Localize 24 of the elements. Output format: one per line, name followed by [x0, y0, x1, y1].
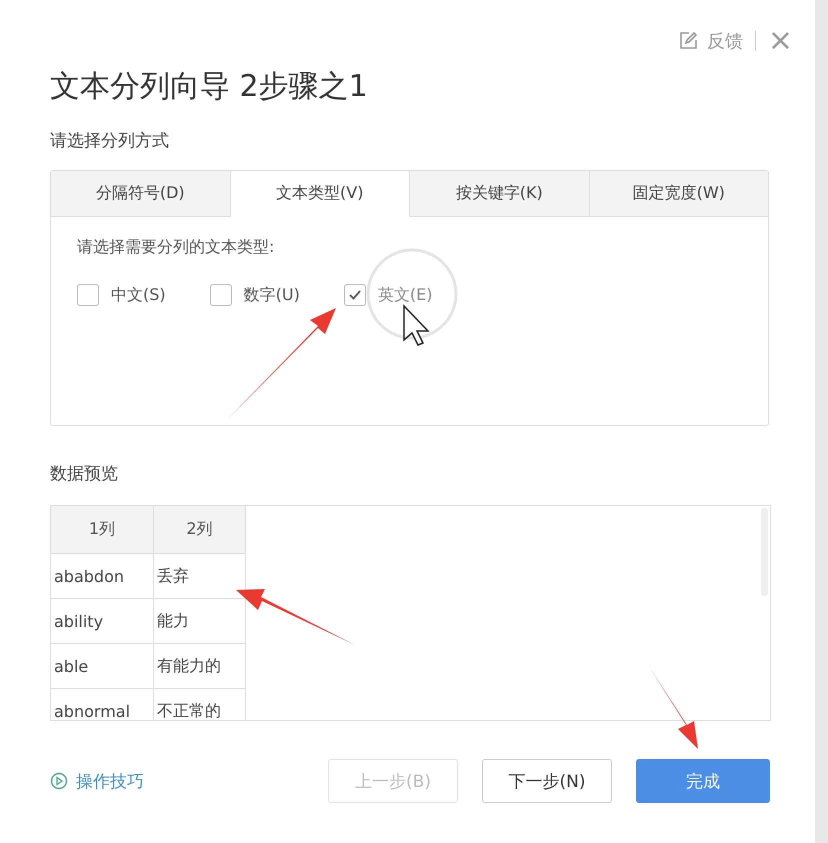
checkbox[interactable] [210, 284, 232, 306]
section-label: 请选择分列方式 [50, 130, 170, 152]
table-cell: 有能力的 [154, 644, 246, 688]
column-header: 1列 [51, 506, 154, 554]
help-link[interactable]: 操作技巧 [50, 770, 144, 792]
checkbox[interactable] [77, 284, 99, 306]
play-icon [50, 772, 68, 790]
checkbox-label[interactable]: 中文(S) [111, 284, 166, 306]
table-cell: ababdon [51, 554, 154, 598]
checkbox[interactable] [344, 284, 366, 306]
column-header: 2列 [154, 506, 246, 554]
tab[interactable]: 分隔符号(D) [51, 171, 230, 217]
step-button[interactable]: 下一步(N) [482, 759, 612, 803]
section-label: 数据预览 [50, 463, 119, 485]
checkbox-label[interactable]: 数字(U) [244, 284, 300, 306]
tab[interactable]: 按关键字(K) [410, 171, 590, 217]
dialog-title: 文本分列向导 2步骤之1 [50, 68, 369, 106]
table-cell: 能力 [154, 598, 246, 644]
tab[interactable]: 固定宽度(W) [590, 171, 768, 217]
table-cell: ability [51, 598, 154, 644]
cursor-icon [403, 304, 430, 346]
check-icon [348, 289, 362, 301]
table-cell: able [51, 644, 154, 688]
prompt-text: 请选择需要分列的文本类型: [77, 237, 276, 258]
